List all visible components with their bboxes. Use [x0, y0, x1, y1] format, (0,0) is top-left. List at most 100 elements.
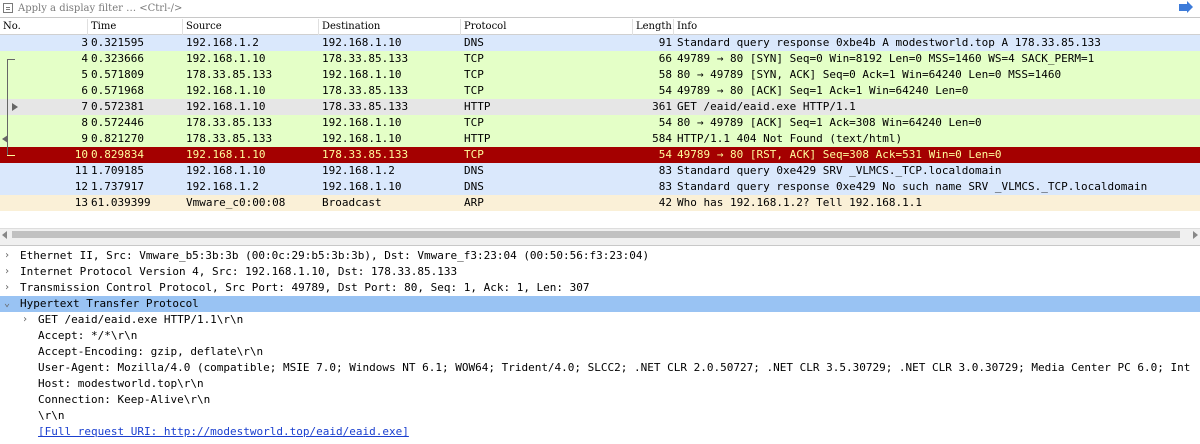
- column-header-protocol[interactable]: Protocol: [461, 19, 633, 35]
- expand-right-icon[interactable]: ›: [4, 264, 14, 280]
- packet-number: 11: [74, 164, 88, 177]
- expand-right-icon[interactable]: ›: [4, 248, 14, 264]
- packet-row[interactable]: 10 0.829834 192.168.1.10 178.33.85.133 TCP 54…: [0, 147, 1200, 163]
- packet-destination: 192.168.1.10: [322, 132, 402, 145]
- detail-text: Connection: Keep-Alive\r\n: [38, 393, 211, 406]
- packet-row[interactable]: 6 0.571968 192.168.1.10 178.33.85.133 TCP 54 4…: [0, 83, 1200, 99]
- detail-tree-item[interactable]: › GET /eaid/eaid.exe HTTP/1.1\r\n: [0, 312, 1200, 328]
- scroll-right-icon[interactable]: [1193, 231, 1198, 239]
- packet-row[interactable]: 4 0.323666 192.168.1.10 178.33.85.133 TCP 66 4…: [0, 51, 1200, 67]
- detail-tree-item[interactable]: Accept-Encoding: gzip, deflate\r\n: [0, 344, 1200, 360]
- packet-row[interactable]: 8 0.572446 178.33.85.133 192.168.1.10 TCP 54 8…: [0, 115, 1200, 131]
- packet-info: 49789 → 80 [ACK] Seq=1 Ack=1 Win=64240 L…: [677, 84, 969, 97]
- packet-time: 1.709185: [91, 164, 144, 177]
- detail-tree-item[interactable]: Host: modestworld.top\r\n: [0, 376, 1200, 392]
- detail-text: \r\n: [38, 409, 65, 422]
- detail-tree-item[interactable]: Accept: */*\r\n: [0, 328, 1200, 344]
- packet-destination: 192.168.1.10: [322, 116, 402, 129]
- display-filter-input[interactable]: Apply a display filter … <Ctrl-/>: [16, 1, 1178, 16]
- packet-row[interactable]: 5 0.571809 178.33.85.133 192.168.1.10 TCP 58 8…: [0, 67, 1200, 83]
- expand-right-icon[interactable]: ›: [22, 312, 32, 328]
- packet-source: 192.168.1.2: [186, 180, 259, 193]
- packet-destination: 178.33.85.133: [322, 148, 409, 161]
- display-filter-bar[interactable]: Apply a display filter … <Ctrl-/>: [0, 0, 1200, 18]
- packet-destination: 192.168.1.2: [322, 164, 395, 177]
- column-header-source[interactable]: Source: [183, 19, 319, 35]
- detail-text: User-Agent: Mozilla/4.0 (compatible; MSI…: [38, 361, 1191, 374]
- packet-row[interactable]: 12 1.737917 192.168.1.2 192.168.1.10 DNS 83 St…: [0, 179, 1200, 195]
- column-header-info[interactable]: Info: [674, 19, 1200, 35]
- packet-info: GET /eaid/eaid.exe HTTP/1.1: [677, 100, 856, 113]
- packet-row[interactable]: 11 1.709185 192.168.1.10 192.168.1.2 DNS 83 St…: [0, 163, 1200, 179]
- packet-time: 61.039399: [91, 196, 151, 209]
- conversation-end-marker: [7, 155, 15, 156]
- packet-protocol: TCP: [464, 148, 484, 161]
- detail-text: Accept-Encoding: gzip, deflate\r\n: [38, 345, 264, 358]
- bookmark-filter-icon[interactable]: [3, 3, 13, 13]
- packet-info: Standard query response 0xe429 No such n…: [677, 180, 1148, 193]
- packet-info: Who has 192.168.1.2? Tell 192.168.1.1: [677, 196, 923, 209]
- packet-destination: 192.168.1.10: [322, 36, 402, 49]
- packet-protocol: DNS: [464, 36, 484, 49]
- packet-protocol: HTTP: [464, 100, 491, 113]
- packet-source: 192.168.1.10: [186, 164, 266, 177]
- packet-protocol: DNS: [464, 164, 484, 177]
- packet-source: 178.33.85.133: [186, 116, 273, 129]
- packet-protocol: DNS: [464, 180, 484, 193]
- packet-source: Vmware_c0:00:08: [186, 196, 286, 209]
- expand-down-icon[interactable]: ⌄: [4, 296, 14, 312]
- packet-source: 192.168.1.10: [186, 84, 266, 97]
- packet-details-pane[interactable]: › Ethernet II, Src: Vmware_b5:3b:3b (00:0…: [0, 246, 1200, 444]
- scroll-left-icon[interactable]: [2, 231, 7, 239]
- packet-protocol: TCP: [464, 84, 484, 97]
- packet-info: 80 → 49789 [SYN, ACK] Seq=0 Ack=1 Win=64…: [677, 68, 1062, 81]
- packet-number: 12: [74, 180, 88, 193]
- packet-number: 5: [81, 68, 88, 81]
- packet-row[interactable]: 13 61.039399 Vmware_c0:00:08 Broadcast ARP 42…: [0, 195, 1200, 211]
- detail-tree-item[interactable]: User-Agent: Mozilla/4.0 (compatible; MSI…: [0, 360, 1200, 376]
- packet-info: 49789 → 80 [SYN] Seq=0 Win=8192 Len=0 MS…: [677, 52, 1095, 65]
- column-header-no[interactable]: No.: [0, 19, 88, 35]
- packet-list[interactable]: 3 0.321595 192.168.1.2 192.168.1.10 DNS 91 Sta…: [0, 35, 1200, 230]
- detail-tree-item[interactable]: ⌄ Hypertext Transfer Protocol: [0, 296, 1200, 312]
- packet-destination: 178.33.85.133: [322, 52, 409, 65]
- scrollbar-thumb[interactable]: [12, 231, 1180, 238]
- packet-number: 6: [81, 84, 88, 97]
- packet-list-horizontal-scrollbar[interactable]: [0, 228, 1200, 240]
- packet-info: 49789 → 80 [RST, ACK] Seq=308 Ack=531 Wi…: [677, 148, 1002, 161]
- packet-info: Standard query 0xe429 SRV _VLMCS._TCP.lo…: [677, 164, 1002, 177]
- packet-row[interactable]: 9 0.821270 178.33.85.133 192.168.1.10 HTTP 58…: [0, 131, 1200, 147]
- packet-info: Standard query response 0xbe4b A modestw…: [677, 36, 1101, 49]
- packet-source: 178.33.85.133: [186, 132, 273, 145]
- column-header-length[interactable]: Length: [633, 19, 674, 35]
- detail-tree-item[interactable]: Connection: Keep-Alive\r\n: [0, 392, 1200, 408]
- detail-text: Hypertext Transfer Protocol: [20, 297, 199, 310]
- packet-time: 0.572446: [91, 116, 144, 129]
- packet-number: 13: [74, 196, 88, 209]
- detail-text: Internet Protocol Version 4, Src: 192.16…: [20, 265, 458, 278]
- packet-time: 0.572381: [91, 100, 144, 113]
- full-request-uri-link[interactable]: [Full request URI: http://modestworld.to…: [38, 424, 409, 440]
- detail-text: Transmission Control Protocol, Src Port:…: [20, 281, 590, 294]
- detail-tree-item[interactable]: › Internet Protocol Version 4, Src: 192.1…: [0, 264, 1200, 280]
- packet-protocol: TCP: [464, 116, 484, 129]
- packet-length: 584: [652, 132, 672, 145]
- packet-destination: 178.33.85.133: [322, 100, 409, 113]
- packet-length: 361: [652, 100, 672, 113]
- response-arrow-icon: [2, 135, 8, 143]
- column-header-time[interactable]: Time: [88, 19, 183, 35]
- detail-tree-item[interactable]: › Ethernet II, Src: Vmware_b5:3b:3b (00:0…: [0, 248, 1200, 264]
- packet-destination: 192.168.1.10: [322, 180, 402, 193]
- detail-tree-item[interactable]: [Full request URI: http://modestworld.to…: [0, 424, 1200, 440]
- packet-length: 54: [658, 116, 672, 129]
- packet-row[interactable]: 3 0.321595 192.168.1.2 192.168.1.10 DNS 91 Sta…: [0, 35, 1200, 51]
- apply-filter-arrow-icon[interactable]: [1178, 1, 1193, 15]
- packet-source: 192.168.1.2: [186, 36, 259, 49]
- expand-right-icon[interactable]: ›: [4, 280, 14, 296]
- column-header-destination[interactable]: Destination: [319, 19, 461, 35]
- packet-row[interactable]: 7 0.572381 192.168.1.10 178.33.85.133 HTTP 36…: [0, 99, 1200, 115]
- detail-tree-item[interactable]: \r\n: [0, 408, 1200, 424]
- packet-destination: 178.33.85.133: [322, 84, 409, 97]
- detail-tree-item[interactable]: › Transmission Control Protocol, Src Port…: [0, 280, 1200, 296]
- packet-list-header: No. Time Source Destination Protocol Len…: [0, 19, 1200, 35]
